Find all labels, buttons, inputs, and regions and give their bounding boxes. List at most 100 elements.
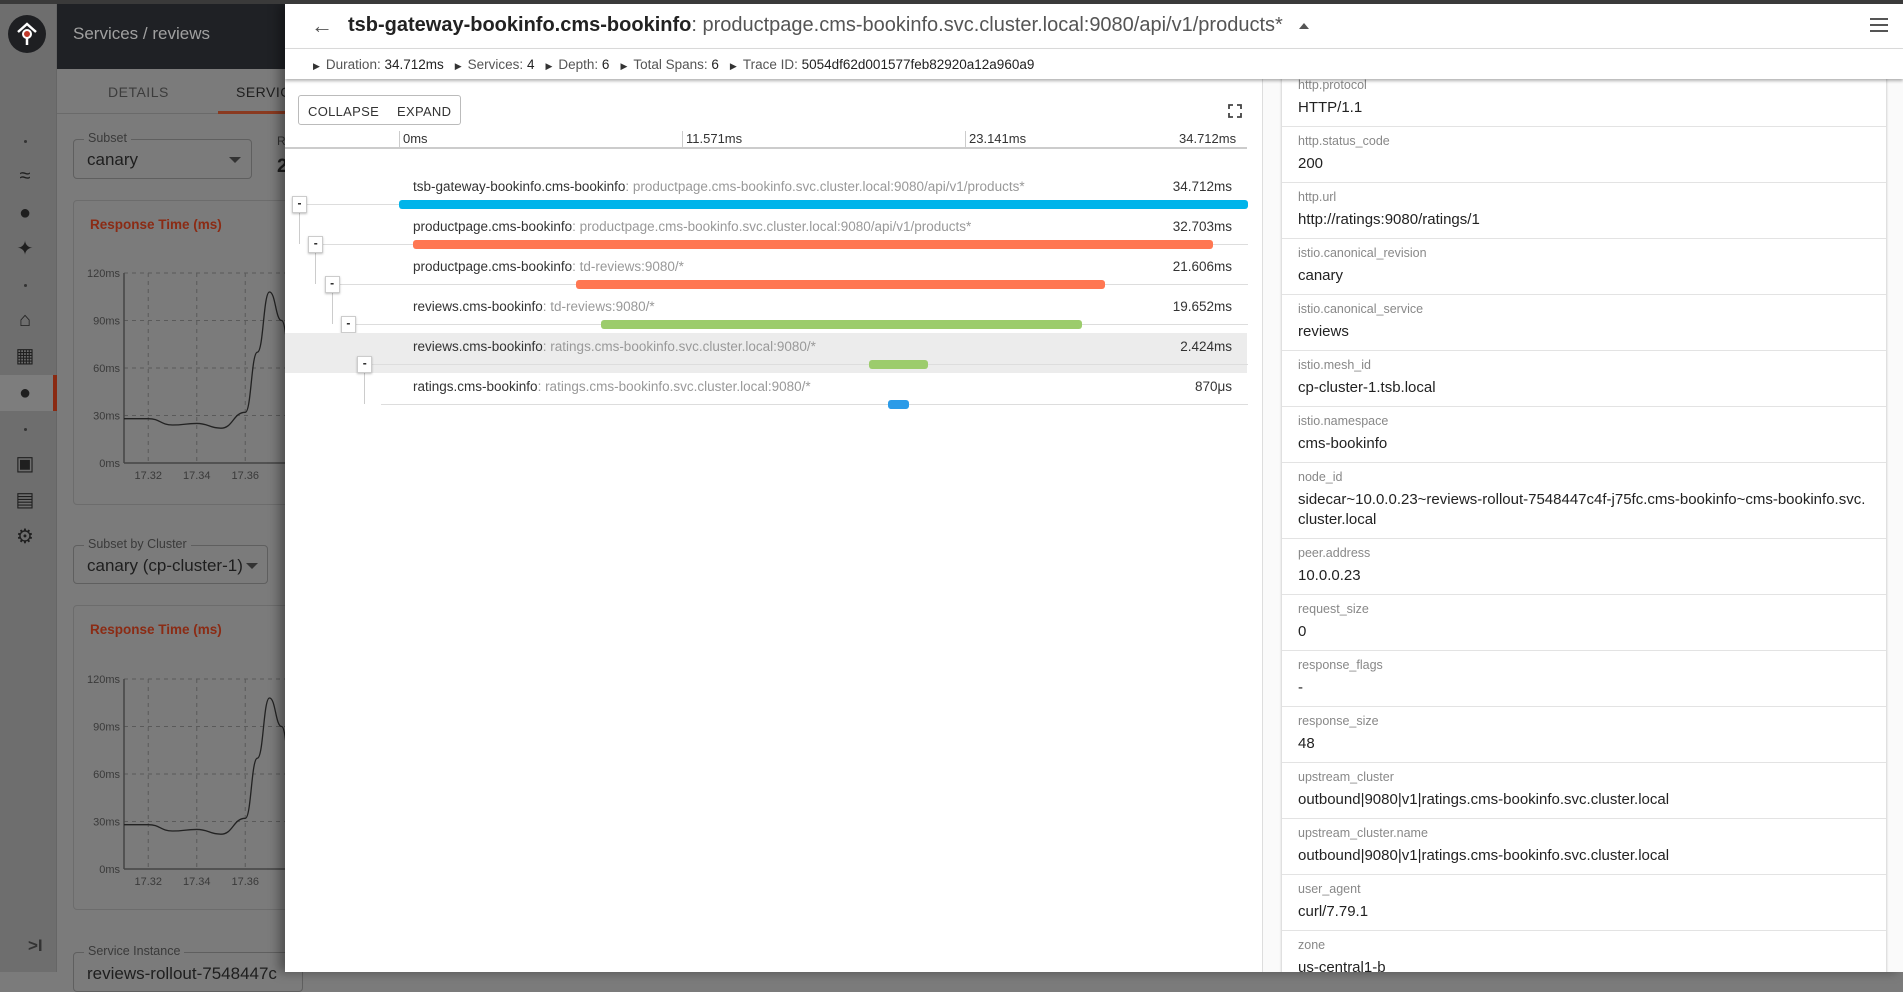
- bank-icon[interactable]: ⌂: [13, 308, 37, 332]
- tag-row: http.status_code 200: [1282, 127, 1886, 183]
- time-ruler: 0ms 11.571ms 23.141ms 34.712ms: [285, 129, 1247, 149]
- divider-dot: [24, 284, 27, 287]
- back-arrow-icon[interactable]: ←: [311, 13, 333, 39]
- x-tick-label: 17.32: [134, 470, 162, 482]
- expand-button[interactable]: EXPAND: [388, 95, 462, 125]
- span-operation: : ratings.cms-bookinfo.svc.cluster.local…: [542, 339, 816, 354]
- tag-row: user_agent curl/7.79.1: [1282, 875, 1886, 931]
- fullscreen-icon[interactable]: [1228, 104, 1242, 118]
- expand-sidebar-button[interactable]: >I: [28, 936, 43, 956]
- summary-value: 4: [526, 57, 535, 72]
- span-service: reviews.cms-bookinfo: [413, 339, 543, 354]
- span-bar[interactable]: [868, 360, 928, 369]
- time-tick: 23.141ms: [965, 131, 1026, 149]
- span-bar[interactable]: [576, 280, 1105, 289]
- grid-icon[interactable]: ▦: [13, 344, 37, 368]
- tag-value: sidecar~10.0.0.23~reviews-rollout-754844…: [1298, 491, 1866, 528]
- summary-item: ▶ Total Spans: 6: [620, 57, 718, 72]
- span-bar[interactable]: [412, 240, 1213, 249]
- subset-by-cluster-value: canary (cp-cluster-1): [87, 556, 243, 575]
- tab-underline: [218, 111, 285, 114]
- span-row[interactable]: productpage.cms-bookinfo: productpage.cm…: [285, 212, 1248, 252]
- caret-right-icon[interactable]: ▶: [730, 61, 737, 71]
- tag-key: istio.namespace: [1298, 414, 1389, 428]
- calendar-icon[interactable]: ▤: [13, 488, 37, 512]
- span-service: productpage.cms-bookinfo: [413, 259, 573, 274]
- trend-icon[interactable]: ≈: [13, 164, 37, 188]
- tag-row: istio.canonical_servicereviews: [1282, 295, 1886, 351]
- y-tick-label: 0ms: [99, 458, 120, 470]
- tag-row: http.protocol HTTP/1.1: [1282, 71, 1886, 127]
- trace-header: ← tsb-gateway-bookinfo.cms-bookinfo: pro…: [285, 4, 1903, 49]
- collapse-toggle[interactable]: -: [340, 316, 356, 333]
- trace-title-service: tsb-gateway-bookinfo.cms-bookinfo: [348, 14, 692, 36]
- tag-key: istio.canonical_service: [1298, 302, 1424, 316]
- y-tick-label: 120ms: [87, 268, 121, 280]
- span-row[interactable]: ratings.cms-bookinfo: ratings.cms-bookin…: [285, 372, 1248, 412]
- service-instance-value: reviews-rollout-7548447c: [87, 964, 277, 983]
- sidebar: [0, 0, 57, 972]
- span-duration: 32.703ms: [1172, 219, 1232, 234]
- puzzle-icon[interactable]: ✦: [13, 237, 37, 261]
- services-icon[interactable]: ●: [13, 201, 37, 225]
- tag-value: cms-bookinfo: [1298, 435, 1388, 452]
- collapse-toggle[interactable]: -: [357, 356, 373, 373]
- span-row[interactable]: reviews.cms-bookinfo: ratings.cms-bookin…: [285, 332, 1248, 372]
- tab-details[interactable]: DETAILS: [108, 84, 169, 100]
- span-row[interactable]: productpage.cms-bookinfo: td-reviews:908…: [285, 252, 1248, 292]
- tag-key: response_size: [1298, 714, 1379, 728]
- caret-right-icon[interactable]: ▶: [545, 61, 552, 71]
- subset-by-cluster-select[interactable]: Subset by Cluster canary (cp-cluster-1): [73, 537, 268, 584]
- trace-title[interactable]: tsb-gateway-bookinfo.cms-bookinfo: produ…: [348, 14, 1309, 37]
- tag-row: http.url http://ratings:9080/ratings/1: [1282, 183, 1886, 239]
- span-row[interactable]: reviews.cms-bookinfo: td-reviews:9080/* 1…: [285, 292, 1248, 332]
- tag-value: reviews: [1298, 323, 1349, 340]
- trace-drawer: ← tsb-gateway-bookinfo.cms-bookinfo: pro…: [285, 4, 1903, 972]
- span-duration: 2.424ms: [1180, 339, 1232, 354]
- caret-right-icon[interactable]: ▶: [620, 61, 627, 71]
- span-row[interactable]: tsb-gateway-bookinfo.cms-bookinfo: produ…: [285, 172, 1248, 212]
- y-tick-label: 120ms: [87, 674, 121, 686]
- response-time-chart-1: 120ms 90ms 60ms 30ms 0ms 17.32 17.34 17.36: [87, 268, 285, 482]
- tag-list: http.protocol HTTP/1.1 http.status_code 200…: [1281, 70, 1887, 972]
- tag-key: response_flags: [1298, 658, 1383, 672]
- collapse-toggle[interactable]: -: [292, 196, 307, 213]
- span-label: productpage.cms-bookinfo: td-reviews:908…: [413, 259, 684, 274]
- y-tick-label: 90ms: [93, 316, 120, 328]
- gear-icon[interactable]: ⚙: [13, 525, 37, 549]
- service-instance-select[interactable]: Service Instance reviews-rollout-7548447…: [73, 944, 303, 992]
- subset-by-cluster-label: Subset by Cluster: [84, 537, 191, 551]
- tag-row: response_flags -: [1282, 651, 1886, 707]
- span-service: reviews.cms-bookinfo: [413, 299, 543, 314]
- summary-item: ▶ Trace ID: 5054df62d001577feb82920a12a96…: [730, 57, 1034, 72]
- span-tags-panel: http.protocol HTTP/1.1 http.status_code 200…: [1262, 70, 1903, 972]
- span-bar[interactable]: [601, 320, 1082, 329]
- collapse-toggle[interactable]: -: [324, 276, 340, 293]
- caret-right-icon[interactable]: ▶: [455, 61, 462, 71]
- y-tick-label: 0ms: [99, 864, 120, 876]
- chart-title: Response Time (ms): [90, 217, 222, 232]
- x-tick-label: 17.36: [231, 876, 259, 888]
- subset-select[interactable]: Subset canary: [73, 131, 252, 179]
- span-operation: : td-reviews:9080/*: [572, 259, 684, 274]
- x-tick-label: 17.34: [183, 876, 211, 888]
- collapse-toggle[interactable]: -: [308, 236, 324, 253]
- span-duration: 870μs: [1194, 379, 1232, 394]
- caret-right-icon[interactable]: ▶: [313, 61, 320, 71]
- span-label: productpage.cms-bookinfo: productpage.cm…: [413, 219, 971, 234]
- divider-dot: [24, 428, 27, 431]
- badge-icon[interactable]: ▣: [13, 452, 37, 476]
- logo: [8, 15, 46, 53]
- hamburger-menu-icon[interactable]: [1870, 18, 1888, 36]
- span-service: ratings.cms-bookinfo: [413, 379, 538, 394]
- span-service: tsb-gateway-bookinfo.cms-bookinfo: [413, 179, 626, 194]
- tag-key: istio.canonical_revision: [1298, 246, 1427, 260]
- tag-value: outbound|9080|v1|ratings.cms-bookinfo.sv…: [1298, 847, 1670, 864]
- span-bar[interactable]: [399, 200, 1248, 209]
- services-active-icon[interactable]: ●: [13, 381, 37, 405]
- caret-up-icon[interactable]: [1298, 22, 1309, 29]
- tag-value: -: [1298, 679, 1303, 696]
- span-bar[interactable]: [888, 400, 910, 409]
- collapse-button[interactable]: COLLAPSE: [298, 95, 390, 125]
- tab-services[interactable]: SERVIC: [236, 84, 291, 100]
